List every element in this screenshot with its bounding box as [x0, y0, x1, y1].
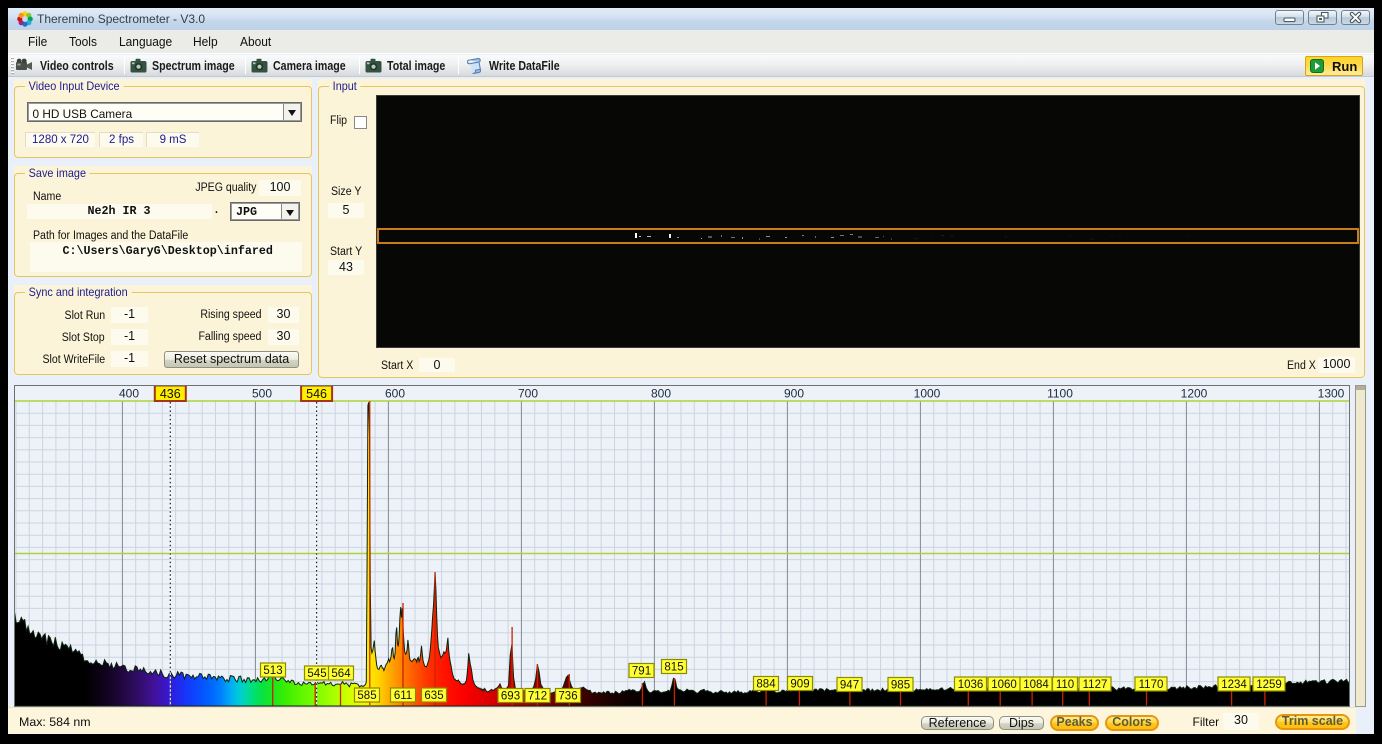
svg-text:1060: 1060: [991, 679, 1017, 691]
svg-text:1127: 1127: [1083, 679, 1108, 691]
svg-text:436: 436: [160, 387, 181, 401]
svg-text:815: 815: [664, 662, 683, 674]
svg-text:600: 600: [385, 387, 405, 401]
svg-text:700: 700: [518, 387, 538, 401]
svg-text:500: 500: [252, 387, 272, 401]
svg-text:736: 736: [558, 691, 577, 703]
svg-text:884: 884: [756, 679, 776, 691]
svg-text:611: 611: [394, 690, 412, 702]
svg-text:635: 635: [424, 690, 443, 702]
svg-text:712: 712: [528, 691, 547, 703]
svg-text:1200: 1200: [1181, 387, 1208, 401]
svg-text:546: 546: [306, 387, 327, 401]
svg-text:1259: 1259: [1256, 679, 1282, 691]
svg-text:400: 400: [119, 387, 139, 401]
svg-text:1084: 1084: [1023, 679, 1049, 691]
svg-text:1234: 1234: [1221, 679, 1247, 691]
svg-text:1000: 1000: [914, 387, 941, 401]
svg-text:791: 791: [632, 666, 651, 678]
svg-text:1170: 1170: [1139, 679, 1164, 691]
svg-text:513: 513: [263, 665, 282, 677]
svg-text:110: 110: [1056, 679, 1074, 691]
svg-text:585: 585: [357, 690, 376, 702]
svg-text:1300: 1300: [1318, 387, 1345, 401]
svg-text:909: 909: [790, 679, 809, 691]
svg-text:947: 947: [840, 680, 859, 692]
svg-text:545: 545: [307, 668, 326, 680]
svg-text:900: 900: [784, 387, 804, 401]
svg-text:1100: 1100: [1047, 387, 1073, 401]
svg-text:1036: 1036: [958, 679, 984, 691]
svg-text:800: 800: [651, 387, 671, 401]
svg-text:693: 693: [501, 691, 520, 703]
svg-text:564: 564: [331, 668, 351, 680]
svg-text:985: 985: [891, 680, 910, 692]
